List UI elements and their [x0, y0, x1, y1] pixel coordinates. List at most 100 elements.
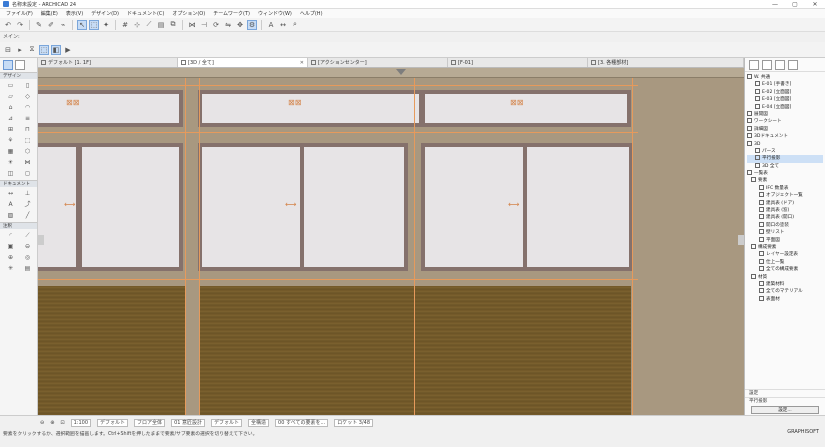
tree-item[interactable]: パース: [747, 147, 823, 155]
tree-item[interactable]: 全ての構成要素: [747, 266, 823, 273]
toolbox-section-document[interactable]: ドキュメント: [0, 180, 37, 187]
fit-icon[interactable]: ⊡: [60, 420, 64, 426]
project-map-icon[interactable]: [749, 59, 759, 70]
tree-item[interactable]: 仕上一覧: [747, 258, 823, 266]
transom-left[interactable]: [38, 90, 183, 127]
menu-help[interactable]: ヘルプ(H): [296, 10, 327, 17]
toolbox-section-annotation[interactable]: 注釈: [0, 222, 37, 229]
settings-button[interactable]: 設定...: [751, 406, 819, 414]
level-tool-icon[interactable]: ⊥: [19, 189, 36, 198]
guide-line-icon[interactable]: ⟋: [144, 20, 154, 30]
close-tab-icon[interactable]: ✕: [300, 60, 304, 66]
polyline-tool-icon[interactable]: ⟋: [19, 231, 36, 240]
window-pane[interactable]: [523, 143, 633, 271]
mirror-icon[interactable]: ⇋: [223, 20, 233, 30]
section-tool-icon[interactable]: ⊖: [19, 242, 36, 251]
pick-up-icon[interactable]: ✎: [34, 20, 44, 30]
eyedropper-icon[interactable]: ⌁: [58, 20, 68, 30]
roof-tool-icon[interactable]: ⌂: [2, 103, 19, 112]
story-select[interactable]: 01 意匠設計: [171, 419, 206, 427]
minimize-button[interactable]: —: [765, 0, 785, 9]
tree-item[interactable]: 建具表 (ドア): [747, 199, 823, 207]
window-tool-icon[interactable]: ⊞: [2, 125, 19, 134]
object-tool-icon[interactable]: ⚘: [2, 136, 19, 145]
text-icon[interactable]: A: [266, 20, 276, 30]
opening-tool-icon[interactable]: ◻: [19, 169, 36, 178]
label-tool-icon[interactable]: ⤴: [19, 200, 36, 209]
menu-window[interactable]: ウィンドウ(W): [254, 10, 296, 17]
window-pane[interactable]: [78, 143, 183, 271]
grid-icon[interactable]: #: [120, 20, 130, 30]
layer-icon[interactable]: ▤: [156, 20, 166, 30]
marquee-icon[interactable]: ⬚: [89, 19, 99, 30]
text-tool-icon[interactable]: A: [2, 200, 19, 209]
menu-design[interactable]: デザイン(D): [87, 10, 123, 17]
redo-icon[interactable]: ↷: [15, 20, 25, 30]
tree-item[interactable]: 全てのマテリアル: [747, 288, 823, 295]
menu-file[interactable]: ファイル(F): [2, 10, 37, 17]
tree-item[interactable]: 詳細図: [747, 125, 823, 133]
beam-tool-icon[interactable]: ▱: [2, 92, 19, 101]
tree-item[interactable]: 展開図: [747, 110, 823, 118]
curtain-wall-tool-icon[interactable]: ▦: [2, 147, 19, 156]
shell-tool-icon[interactable]: ◠: [19, 103, 36, 112]
zone-tool-icon[interactable]: ⬚: [19, 136, 36, 145]
tree-item[interactable]: IFC 数量表: [747, 184, 823, 192]
tab-elevation[interactable]: [F-01]: [448, 58, 588, 67]
tree-item[interactable]: 建築材料: [747, 280, 823, 288]
view-map-icon[interactable]: [762, 59, 772, 70]
tree-item[interactable]: 壁リスト: [747, 229, 823, 236]
scale-select[interactable]: 1:100: [70, 419, 92, 427]
tree-item[interactable]: 建具表 (窓): [747, 207, 823, 214]
tree-item[interactable]: 建具表 (開口): [747, 214, 823, 221]
transom-center[interactable]: [198, 90, 423, 127]
tree-item[interactable]: 3D: [747, 140, 823, 148]
tree-item[interactable]: E-01 [手書き]: [747, 81, 823, 88]
drawing-tool-icon[interactable]: ▣: [2, 242, 19, 251]
dimension-tool-icon[interactable]: ↔: [2, 189, 19, 198]
offset-icon[interactable]: ⧉: [168, 20, 178, 30]
tree-item[interactable]: 開口の塗装: [747, 221, 823, 229]
zoom-in-icon[interactable]: ⊕: [50, 420, 54, 426]
tree-item[interactable]: 平面図: [747, 236, 823, 244]
dimension-standard-select[interactable]: ロケット 3/48: [334, 419, 374, 427]
tab-floor-plan[interactable]: デフォルト [1. 1F]: [38, 58, 178, 67]
drag-icon[interactable]: ✥: [235, 20, 245, 30]
tree-item[interactable]: W. 共通: [747, 74, 823, 81]
arrow-icon[interactable]: ▸: [15, 45, 25, 55]
tree-item[interactable]: ワークシート: [747, 118, 823, 125]
tree-item[interactable]: 3Dドキュメント: [747, 133, 823, 140]
arrow-select-icon[interactable]: ↖: [77, 19, 87, 30]
marquee-tool-icon[interactable]: [15, 60, 25, 70]
railing-tool-icon[interactable]: ≡: [19, 114, 36, 123]
figure-tool-icon[interactable]: ▤: [19, 264, 36, 273]
tree-item[interactable]: レイヤー設定表: [747, 251, 823, 258]
tree-item[interactable]: 材質: [747, 273, 823, 281]
selection-method-icon[interactable]: ⬚: [39, 44, 49, 55]
rotate-icon[interactable]: ⟳: [211, 20, 221, 30]
lamp-tool-icon[interactable]: ☀: [2, 158, 19, 167]
inject-icon[interactable]: ✐: [46, 20, 56, 30]
tab-3d-all[interactable]: [3D / 全て] ✕: [178, 58, 308, 67]
publisher-icon[interactable]: [788, 59, 798, 70]
maximize-button[interactable]: ▢: [785, 0, 805, 9]
stair-tool-icon[interactable]: ⊿: [2, 114, 19, 123]
detail-tool-icon[interactable]: ◎: [19, 253, 36, 262]
dimension-icon[interactable]: ↔: [278, 20, 288, 30]
tree-item[interactable]: 要素: [747, 177, 823, 184]
menu-teamwork[interactable]: チームワーク(T): [209, 10, 254, 17]
tree-item[interactable]: 表面材: [747, 295, 823, 303]
tab-action-center[interactable]: [アクションセンター]: [308, 58, 448, 67]
arrow-tool-icon[interactable]: [3, 60, 13, 70]
quick-selection-icon[interactable]: ◧: [51, 44, 61, 55]
tree-item[interactable]: E-04 [立面図]: [747, 103, 823, 111]
wall-tool-icon[interactable]: ▭: [2, 81, 19, 90]
column-tool-icon[interactable]: ▯: [19, 81, 36, 90]
split-icon[interactable]: ⊣: [199, 20, 209, 30]
elevation-tool-icon[interactable]: ⊕: [2, 253, 19, 262]
menu-edit[interactable]: 編集(E): [37, 10, 62, 17]
model-canvas[interactable]: ⊠⊠ ⊠⊠ ⊠⊠ ⟷ ⟷ ⟷: [38, 68, 744, 415]
settings-icon[interactable]: ⚙: [247, 19, 257, 30]
view-marker-icon[interactable]: [396, 69, 406, 75]
model-view-select[interactable]: デフォルト: [97, 419, 129, 427]
